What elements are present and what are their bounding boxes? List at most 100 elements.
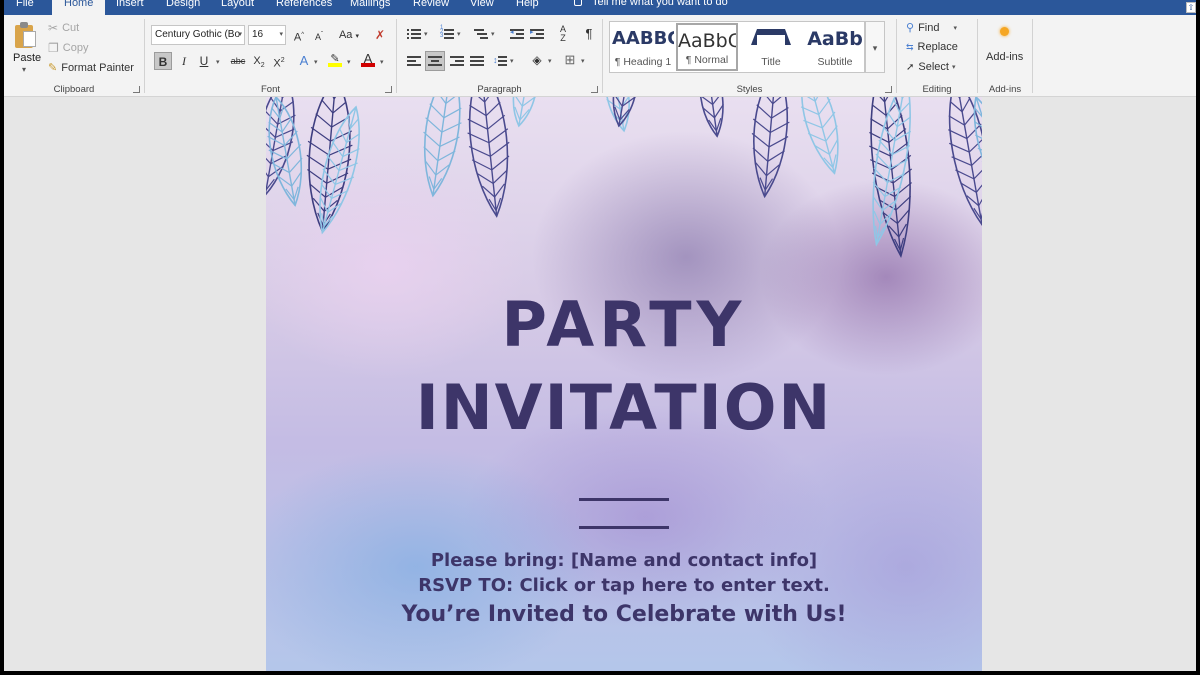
- styles-gallery: AABBC ¶ Heading 1 AaBbC ¶ Normal Title A…: [609, 21, 865, 73]
- font-dialog-launcher-icon[interactable]: [385, 86, 392, 93]
- cut-button: ✂ Cut: [48, 21, 79, 35]
- numbering-icon[interactable]: 123: [440, 25, 454, 40]
- decorative-rule: [579, 526, 669, 529]
- bold-button[interactable]: B: [154, 52, 172, 70]
- sort-icon[interactable]: AZ: [554, 25, 572, 43]
- feather-leaf: [423, 97, 462, 198]
- tab-home[interactable]: Home: [52, 0, 106, 15]
- shading-dropdown-icon[interactable]: ▾: [548, 57, 552, 65]
- select-button[interactable]: ➚ Select ▾: [906, 61, 955, 73]
- align-right-icon[interactable]: [450, 55, 464, 67]
- tab-review[interactable]: Review: [413, 0, 449, 15]
- multilevel-dropdown-icon[interactable]: ▾: [491, 30, 495, 38]
- replace-label: Replace: [917, 41, 958, 53]
- copy-icon: ❐: [48, 41, 59, 55]
- tell-me-search[interactable]: Tell me what you want to do: [574, 0, 728, 8]
- clipboard-dialog-launcher-icon[interactable]: [133, 86, 140, 93]
- tab-insert[interactable]: Insert: [116, 0, 144, 15]
- style-name: ¶ Normal: [685, 54, 729, 66]
- feather-leaf: [751, 97, 790, 199]
- line-spacing-dropdown-icon[interactable]: ▾: [510, 57, 514, 65]
- share-icon[interactable]: ⇧: [1186, 2, 1196, 13]
- style-preview: AaBbC: [678, 30, 736, 52]
- style-normal[interactable]: AaBbC ¶ Normal: [676, 23, 738, 71]
- align-center-button[interactable]: [425, 51, 445, 71]
- invited-line[interactable]: You’re Invited to Celebrate with Us!: [266, 601, 982, 629]
- underline-dropdown-icon[interactable]: ▾: [216, 58, 220, 66]
- paragraph-dialog-launcher-icon[interactable]: [591, 86, 598, 93]
- font-name-combo[interactable]: Century Gothic (Bo ▾: [151, 25, 245, 45]
- tab-help[interactable]: Help: [516, 0, 539, 15]
- show-formatting-marks-icon[interactable]: ¶: [580, 25, 598, 43]
- feather-leaf: [467, 97, 510, 218]
- superscript-button[interactable]: X2: [270, 52, 288, 70]
- tab-view[interactable]: View: [470, 0, 494, 15]
- chevron-down-icon: ▾: [238, 31, 242, 38]
- clear-formatting-icon[interactable]: ✗: [371, 26, 389, 44]
- paste-button[interactable]: Paste: [13, 52, 41, 64]
- strikethrough-button[interactable]: abc: [229, 52, 247, 70]
- paragraph-group-label: Paragraph: [477, 84, 522, 95]
- shading-icon[interactable]: ◈: [528, 51, 546, 69]
- font-color-dropdown-icon[interactable]: ▾: [380, 58, 384, 66]
- align-center-icon: [428, 55, 442, 67]
- styles-more-icon[interactable]: ▾: [865, 21, 885, 73]
- please-bring-line[interactable]: Please bring: [Name and contact info]: [266, 550, 982, 572]
- increase-indent-icon[interactable]: ▸: [530, 28, 544, 40]
- grow-font-button[interactable]: A^: [290, 26, 308, 44]
- tab-design[interactable]: Design: [166, 0, 200, 15]
- addins-button[interactable]: Add-ins: [986, 51, 1023, 63]
- replace-button[interactable]: ⇆ Replace: [906, 41, 958, 53]
- line-spacing-icon[interactable]: ↕: [493, 55, 507, 67]
- italic-button[interactable]: I: [175, 52, 193, 70]
- paste-icon[interactable]: [15, 22, 37, 48]
- highlight-color-icon[interactable]: ✎: [326, 50, 344, 68]
- format-painter-button[interactable]: ✎ Format Painter: [48, 61, 134, 75]
- numbering-dropdown-icon[interactable]: ▾: [457, 30, 461, 38]
- tab-layout[interactable]: Layout: [221, 0, 254, 15]
- text-effects-icon[interactable]: A: [295, 52, 313, 70]
- bullets-dropdown-icon[interactable]: ▾: [424, 30, 428, 38]
- cut-label: Cut: [62, 22, 80, 34]
- chevron-down-icon: ▾: [951, 64, 956, 71]
- heading-party[interactable]: PARTY: [266, 290, 982, 360]
- style-name: ¶ Heading 1: [614, 56, 672, 68]
- feather-leaf: [306, 97, 353, 234]
- subscript-button[interactable]: X2: [250, 52, 268, 70]
- paintbrush-icon: ✎: [48, 62, 58, 74]
- rsvp-content-control[interactable]: RSVP TO: Click or tap here to enter text…: [266, 575, 982, 597]
- select-label: Select: [918, 61, 949, 73]
- addins-icon[interactable]: [1000, 27, 1009, 36]
- justify-icon[interactable]: [470, 55, 484, 67]
- styles-group-label: Styles: [736, 84, 763, 95]
- tab-references[interactable]: References: [276, 0, 332, 15]
- highlight-dropdown-icon[interactable]: ▾: [347, 58, 351, 66]
- heading-invitation[interactable]: INVITATION: [266, 373, 982, 443]
- bullets-icon[interactable]: [407, 28, 421, 40]
- font-color-icon[interactable]: A: [359, 50, 377, 68]
- change-case-button[interactable]: Aa ▾: [335, 26, 363, 44]
- multilevel-list-icon[interactable]: [474, 28, 488, 40]
- borders-dropdown-icon[interactable]: ▾: [581, 57, 585, 65]
- style-subtitle[interactable]: AaBb Subtitle: [804, 23, 866, 71]
- font-size-combo[interactable]: 16 ▾: [248, 25, 286, 45]
- decrease-indent-icon[interactable]: ◂: [510, 28, 524, 40]
- style-heading-1[interactable]: AABBC ¶ Heading 1: [612, 23, 674, 71]
- word-window: File Home Insert Design Layout Reference…: [4, 0, 1196, 671]
- borders-icon[interactable]: ⊞: [561, 51, 579, 69]
- tab-file[interactable]: File: [16, 0, 34, 15]
- tab-mailings[interactable]: Mailings: [350, 0, 390, 15]
- style-name: Subtitle: [817, 56, 853, 68]
- underline-button[interactable]: U: [195, 52, 213, 70]
- document-page[interactable]: PARTY INVITATION Please bring: [Name and…: [266, 97, 982, 671]
- paste-dropdown-icon[interactable]: ▾: [22, 65, 26, 74]
- align-left-icon[interactable]: [407, 55, 421, 67]
- copy-label: Copy: [62, 42, 89, 54]
- styles-dialog-launcher-icon[interactable]: [885, 86, 892, 93]
- style-title[interactable]: Title: [740, 23, 802, 71]
- feather-leaf: [512, 97, 538, 128]
- find-button[interactable]: ⚲ Find ▾: [906, 21, 957, 35]
- text-effects-dropdown-icon[interactable]: ▾: [314, 58, 318, 66]
- paragraph-group: ▾ 123 ▾ ▾ ◂ ▸ AZ ¶ ↕ ▾ ◈ ▾ ⊞ ▾ Paragraph: [397, 15, 602, 97]
- shrink-font-button[interactable]: Aˇ: [310, 26, 328, 44]
